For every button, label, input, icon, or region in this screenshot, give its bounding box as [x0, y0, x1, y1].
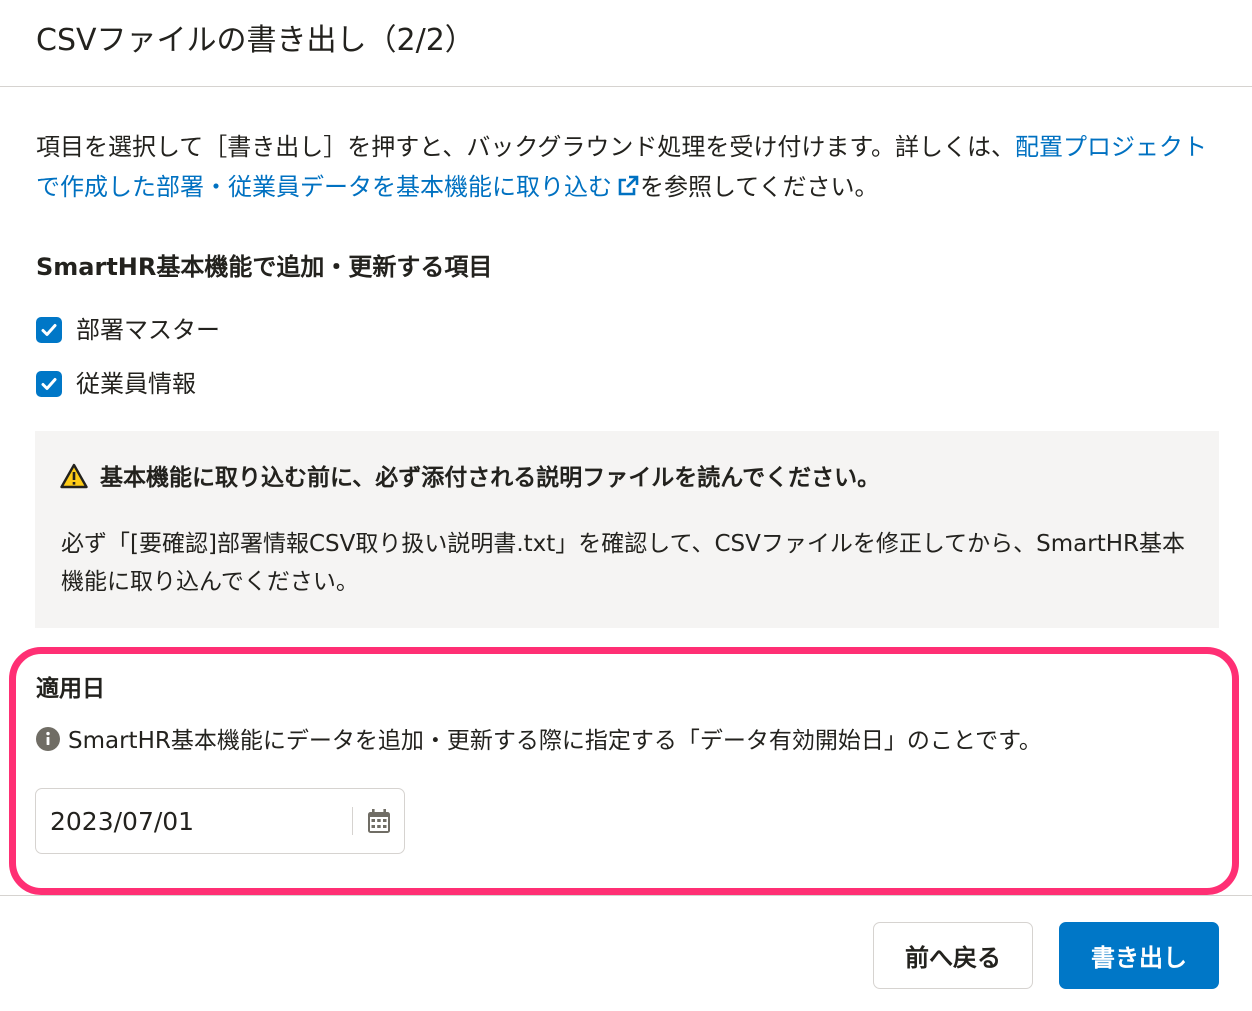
effective-date-help-text: SmartHR基本機能にデータを追加・更新する際に指定する「データ有効開始日」の…: [68, 728, 1042, 754]
dialog-title: CSVファイルの書き出し（2/2）: [36, 23, 475, 58]
footer-divider: [0, 895, 1252, 896]
date-field-divider: [352, 807, 353, 835]
checkbox-checked[interactable]: [36, 371, 62, 397]
warning-header: 基本機能に取り込む前に、必ず添付される説明ファイルを読んでください。: [60, 459, 880, 497]
warning-body: 必ず「[要確認]部署情報CSV取り扱い説明書.txt」を確認して、CSVファイル…: [61, 531, 1186, 595]
items-section-title: SmartHR基本機能で追加・更新する項目: [36, 253, 493, 281]
warning-icon: [60, 463, 88, 493]
date-picker[interactable]: [35, 788, 405, 854]
calendar-icon: [368, 809, 390, 833]
highlight-frame: [9, 647, 1239, 895]
dialog-header: CSVファイルの書き出し（2/2）: [0, 0, 1252, 87]
checkbox-label: 部署マスター: [76, 316, 220, 344]
date-input[interactable]: [50, 789, 340, 853]
warning-panel: 基本機能に取り込む前に、必ず添付される説明ファイルを読んでください。 必ず「[要…: [35, 431, 1219, 628]
checkbox-employee-info[interactable]: 従業員情報: [36, 365, 196, 403]
effective-date-help: SmartHR基本機能にデータを追加・更新する際に指定する「データ有効開始日」の…: [36, 722, 1042, 760]
check-icon: [41, 378, 57, 390]
back-button[interactable]: 前へ戻る: [873, 922, 1033, 989]
description-prefix: 項目を選択して［書き出し］を押すと、バックグラウンド処理を受け付けます。詳しくは…: [36, 133, 1015, 161]
check-icon: [41, 324, 57, 336]
checkbox-department-master[interactable]: 部署マスター: [36, 311, 220, 349]
description-suffix: を参照してください。: [640, 173, 879, 201]
effective-date-label: 適用日: [36, 676, 105, 702]
checkbox-checked[interactable]: [36, 317, 62, 343]
description: 項目を選択して［書き出し］を押すと、バックグラウンド処理を受け付けます。詳しくは…: [36, 127, 1221, 207]
warning-title: 基本機能に取り込む前に、必ず添付される説明ファイルを読んでください。: [100, 465, 881, 491]
calendar-button[interactable]: [364, 806, 394, 836]
info-icon: [36, 727, 60, 755]
checkbox-label: 従業員情報: [76, 370, 196, 398]
external-link-icon: [616, 170, 640, 196]
export-button[interactable]: 書き出し: [1059, 922, 1219, 989]
